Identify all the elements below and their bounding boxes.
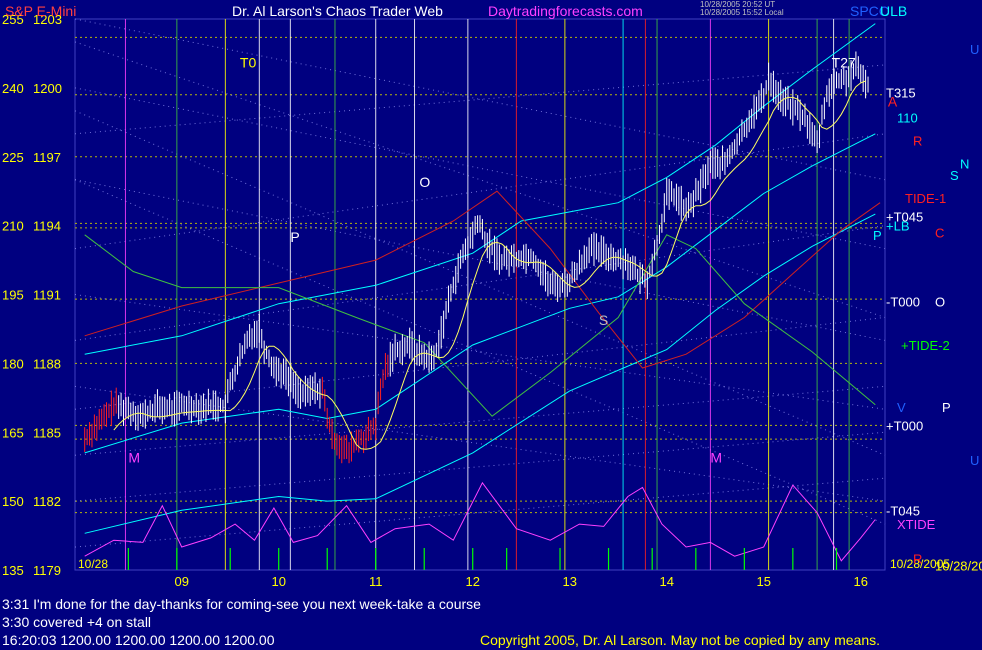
tide-axis-label: 195: [2, 288, 24, 303]
momentum-line: [84, 481, 876, 562]
chart-marker-label: T27: [832, 55, 856, 71]
right-level-label: U: [970, 42, 979, 57]
hour-tick-label: 16: [854, 574, 868, 589]
right-level-label: -T045: [886, 503, 920, 518]
tide-axis-label: 180: [2, 356, 24, 371]
hour-tick-label: 14: [660, 574, 674, 589]
price-bars: [84, 51, 869, 464]
tide-axis-label: 135: [2, 563, 24, 578]
web-line: [74, 431, 886, 502]
symbol-label: S&P E-Mini: [5, 3, 77, 19]
chart-title: Dr. Al Larson's Chaos Trader Web: [232, 3, 443, 19]
web-line: [74, 179, 886, 341]
moving-average-line: [113, 80, 866, 450]
right-level-label: P: [873, 228, 882, 243]
right-level-label: C: [935, 226, 944, 241]
timestamp-local: 10/28/2005 15:52 Local: [700, 8, 784, 17]
right-level-label: S: [950, 168, 959, 183]
price-axis-label: 1194: [33, 219, 61, 234]
chart-marker-label: M: [128, 450, 140, 466]
tide-axis-label: 150: [2, 494, 24, 509]
chart-marker-label: A: [888, 94, 898, 110]
right-level-label: U: [970, 453, 979, 468]
price-chart: 255 1203240 1200225 1197210 1194195 1191180 11…: [2, 12, 982, 589]
right-level-label: 110: [897, 111, 918, 126]
chart-marker-label: O: [419, 174, 430, 190]
hour-tick-label: 11: [369, 574, 383, 589]
tide-axis-label: 240: [2, 81, 24, 96]
price-axis-label: 1200: [33, 81, 62, 96]
hour-tick-label: 10: [271, 574, 285, 589]
hour-tick-label: 09: [174, 574, 188, 589]
price-axis-label: 1185: [33, 425, 61, 440]
quote-line: 16:20:03 1200.00 1200.00 1200.00 1200.00: [2, 632, 275, 648]
hour-tick-label: 13: [562, 574, 576, 589]
right-level-label: N: [960, 157, 969, 172]
price-axis-label: 1191: [33, 288, 61, 303]
right-level-label: O: [935, 294, 945, 309]
right-level-label: 10/28/2005TIM: [935, 558, 982, 573]
right-level-label: -T000: [886, 294, 920, 309]
right-level-label: TIDE-1: [905, 191, 946, 206]
chart-marker-label: M: [710, 450, 722, 466]
copyright-notice: Copyright 2005, Dr. Al Larson. May not b…: [480, 632, 881, 648]
price-axis-label: 1182: [33, 494, 61, 509]
price-axis-label: 1188: [33, 356, 61, 371]
price-axis-label: 1179: [33, 563, 61, 578]
message-line-1: 3:31 I'm done for the day-thanks for com…: [2, 596, 481, 612]
right-level-label: R: [913, 552, 922, 567]
chart-marker-label: T0: [240, 55, 257, 71]
message-line-2: 3:30 covered +4 on stall: [2, 614, 152, 630]
site-link[interactable]: Daytradingforecasts.com: [488, 3, 643, 19]
right-level-label: V: [897, 400, 906, 415]
chart-marker-label: P: [290, 229, 299, 245]
tide-axis-label: 210: [2, 219, 24, 234]
right-level-label: +T000: [886, 418, 923, 433]
band-line: [84, 23, 876, 355]
right-level-label: +LB: [886, 219, 910, 234]
hour-tick-label: 15: [757, 574, 771, 589]
date-start-label: 10/28: [78, 557, 108, 571]
tide-axis-label: 225: [2, 150, 24, 165]
price-axis-label: 1197: [33, 150, 61, 165]
ulb-label: ULB: [880, 3, 908, 19]
right-level-label: P: [942, 400, 951, 415]
right-level-label: R: [913, 134, 922, 149]
hour-tick-label: 12: [465, 574, 479, 589]
chart-marker-label: S: [599, 312, 608, 328]
right-level-label: +TIDE-2: [901, 338, 950, 353]
right-level-label: XTIDE: [897, 517, 936, 532]
tide-axis-label: 165: [2, 425, 24, 440]
